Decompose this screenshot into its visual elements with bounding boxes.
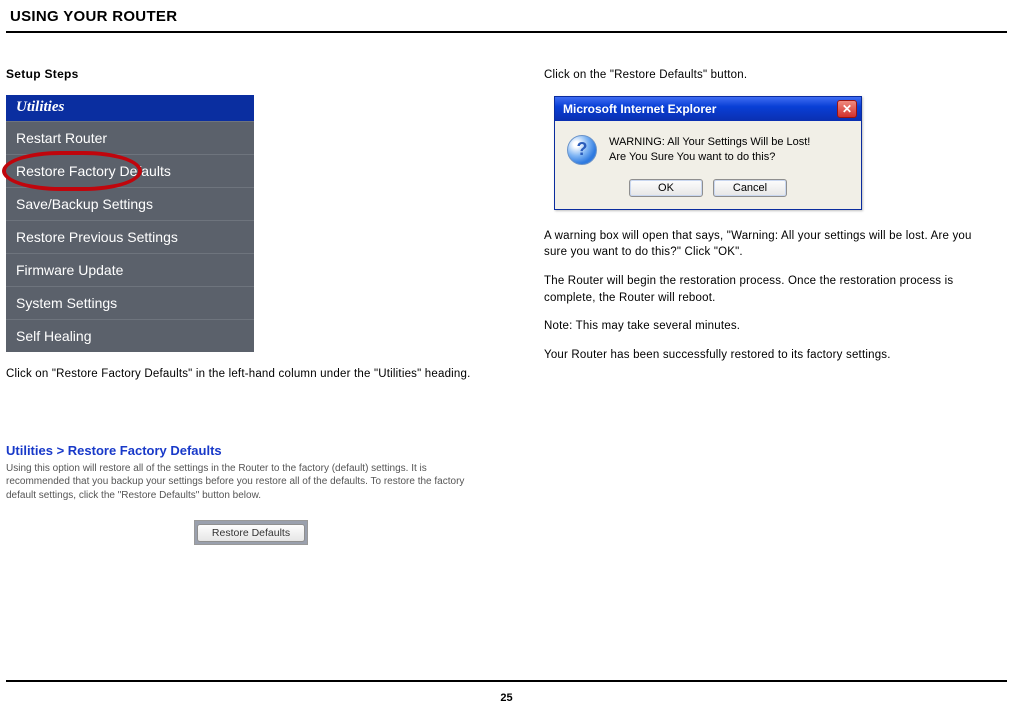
utilities-caption: Click on "Restore Factory Defaults" in t… — [6, 366, 496, 383]
restore-description: Using this option will restore all of th… — [6, 462, 474, 503]
page-number: 25 — [0, 692, 1013, 704]
ok-button[interactable]: OK — [629, 179, 703, 197]
dialog-message: WARNING: All Your Settings Will be Lost!… — [609, 135, 810, 165]
menu-firmware-update[interactable]: Firmware Update — [6, 253, 254, 286]
cancel-button[interactable]: Cancel — [713, 179, 787, 197]
menu-save-backup[interactable]: Save/Backup Settings — [6, 187, 254, 220]
paragraph-2: The Router will begin the restoration pr… — [544, 273, 984, 306]
right-intro: Click on the "Restore Defaults" button. — [544, 67, 984, 84]
utilities-header: Utilities — [6, 95, 254, 121]
menu-system-settings[interactable]: System Settings — [6, 286, 254, 319]
page-header: USING YOUR ROUTER — [0, 0, 1013, 31]
warning-dialog: Microsoft Internet Explorer ✕ ? WARNING:… — [554, 96, 984, 210]
utilities-menu: Utilities Restart Router Restore Factory… — [6, 95, 254, 352]
dialog-line2: Are You Sure You want to do this? — [609, 151, 775, 163]
menu-restore-previous[interactable]: Restore Previous Settings — [6, 220, 254, 253]
menu-self-healing[interactable]: Self Healing — [6, 319, 254, 352]
restore-defaults-panel: Utilities > Restore Factory Defaults Usi… — [6, 443, 496, 546]
setup-steps-title: Setup Steps — [6, 67, 496, 81]
ie-dialog-box: Microsoft Internet Explorer ✕ ? WARNING:… — [554, 96, 862, 210]
menu-restore-factory-defaults[interactable]: Restore Factory Defaults — [6, 154, 254, 187]
dialog-body: ? WARNING: All Your Settings Will be Los… — [555, 121, 861, 171]
divider-bottom — [6, 680, 1007, 682]
dialog-line1: WARNING: All Your Settings Will be Lost! — [609, 136, 810, 148]
paragraph-3: Note: This may take several minutes. — [544, 318, 984, 335]
dialog-title: Microsoft Internet Explorer — [563, 102, 716, 116]
dialog-buttons: OK Cancel — [555, 171, 861, 209]
restore-button-row: Restore Defaults — [6, 520, 496, 545]
question-icon: ? — [567, 135, 597, 165]
restore-defaults-button[interactable]: Restore Defaults — [197, 524, 305, 542]
right-column: Click on the "Restore Defaults" button. … — [544, 67, 984, 545]
paragraph-1: A warning box will open that says, "Warn… — [544, 228, 984, 261]
breadcrumb: Utilities > Restore Factory Defaults — [6, 443, 496, 458]
button-frame: Restore Defaults — [194, 520, 308, 545]
dialog-titlebar: Microsoft Internet Explorer ✕ — [555, 97, 861, 121]
main-content: Setup Steps Utilities Restart Router Res… — [0, 67, 1013, 545]
left-column: Setup Steps Utilities Restart Router Res… — [6, 67, 496, 545]
menu-restart-router[interactable]: Restart Router — [6, 121, 254, 154]
menu-label: Restore Factory Defaults — [16, 163, 171, 179]
paragraph-4: Your Router has been successfully restor… — [544, 347, 984, 364]
question-mark: ? — [568, 136, 596, 164]
divider-top — [6, 31, 1007, 33]
close-icon[interactable]: ✕ — [837, 100, 857, 118]
